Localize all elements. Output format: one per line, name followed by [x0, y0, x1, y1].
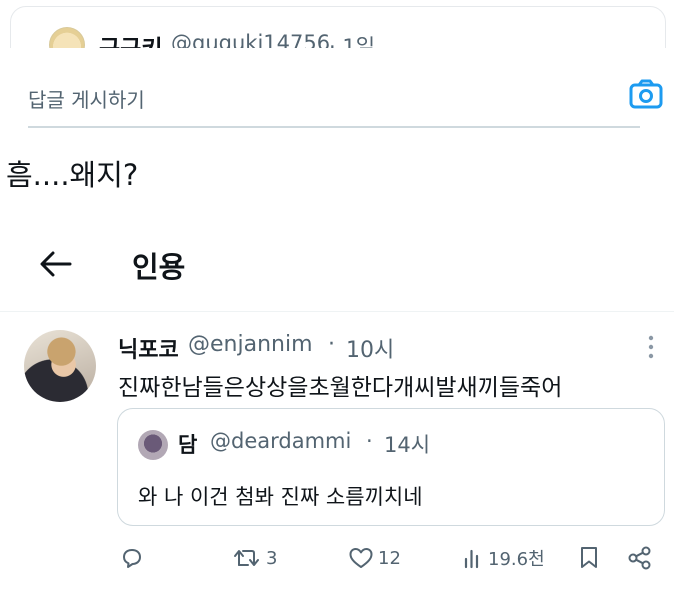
like-count: 12 [378, 547, 401, 569]
reply-divider [28, 126, 640, 128]
views-chart-icon [464, 549, 479, 569]
bookmark-icon [581, 547, 597, 568]
page-title: 인용 [132, 250, 186, 284]
quoted-tweet-text: 와 나 이건 첨봐 진짜 소름끼치네 [138, 485, 423, 509]
header-divider [0, 311, 674, 312]
back-arrow-icon[interactable] [38, 250, 72, 278]
main-tweet-handle[interactable]: @enjannim [188, 332, 313, 357]
quoted-tweet-author-name: 담 [178, 433, 198, 457]
main-tweet-author-name[interactable]: 닉포코 [118, 332, 179, 364]
reply-input[interactable]: 답글 게시하기 [28, 84, 145, 113]
like-button[interactable]: 12 [348, 543, 401, 573]
repost-button[interactable]: 3 [232, 543, 277, 573]
main-tweet-text: 진짜한남들은상상을초월한다개씨발새끼들죽어 [118, 375, 563, 401]
reply-icon [123, 549, 141, 568]
main-tweet-avatar[interactable] [24, 330, 96, 402]
quoted-tweet-separator: · [366, 429, 373, 453]
quoted-tweet-handle: @deardammi [210, 429, 352, 453]
main-tweet-age: 10시 [346, 338, 395, 363]
quoted-tweet-age: 14시 [384, 433, 431, 457]
views-button[interactable]: 19.6천 [462, 543, 545, 573]
heart-icon [349, 548, 373, 568]
post-caption: 흠....왜지? [6, 158, 139, 192]
main-tweet-separator: · [328, 332, 335, 357]
card-clip-cover [0, 48, 674, 74]
quoted-tweet-avatar [138, 430, 168, 460]
share-icon [628, 546, 651, 570]
more-options-icon[interactable] [641, 334, 661, 360]
repost-count: 3 [266, 547, 278, 569]
reply-composer[interactable]: 답글 게시하기 [28, 74, 666, 128]
bookmark-button[interactable] [578, 543, 600, 573]
repost-icon [234, 550, 259, 566]
camera-icon[interactable] [628, 78, 664, 110]
reply-button[interactable] [120, 543, 144, 573]
share-button[interactable] [626, 543, 654, 573]
views-count: 19.6천 [488, 549, 545, 570]
quoted-tweet-card[interactable]: 담 @deardammi · 14시 와 나 이건 첨봐 진짜 소름끼치네 [117, 408, 665, 526]
